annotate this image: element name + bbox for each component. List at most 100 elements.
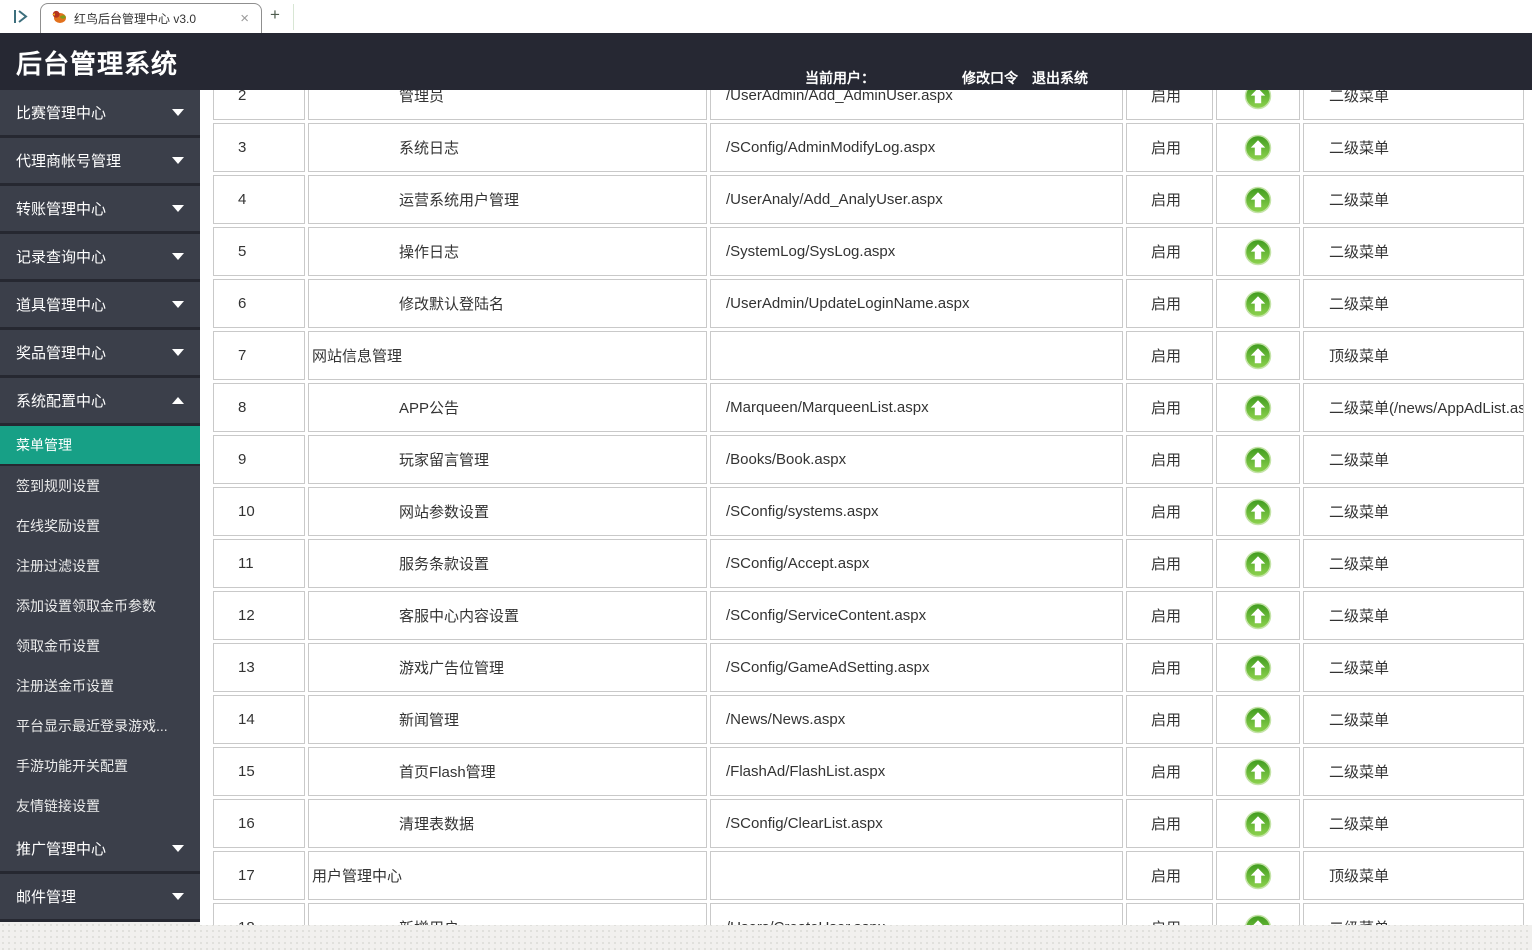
sidebar-submenu-label: 手游功能开关配置 <box>16 758 128 774</box>
sidebar-submenu-item[interactable]: 平台显示最近登录游戏... <box>0 706 200 746</box>
green-up-arrow-icon[interactable] <box>1244 90 1272 110</box>
green-up-arrow-icon[interactable] <box>1244 498 1272 526</box>
cell-menu-url <box>710 331 1123 380</box>
cell-menu-url: /SConfig/ClearList.aspx <box>710 799 1123 848</box>
cell-status-icon <box>1216 591 1300 640</box>
green-up-arrow-icon[interactable] <box>1244 290 1272 318</box>
sidebar-submenu-item[interactable]: 添加设置领取金币参数 <box>0 586 200 626</box>
cell-menu-type: 顶级菜单 <box>1303 851 1524 900</box>
sidebar-group-label: 比赛管理中心 <box>16 105 107 122</box>
cell-menu-type: 二级菜单 <box>1303 695 1524 744</box>
sidebar-submenu-label: 注册送金币设置 <box>16 678 114 694</box>
cell-menu-status: 启用 <box>1126 643 1213 692</box>
chevron-icon <box>172 301 184 308</box>
cell-menu-id: 6 <box>213 279 305 328</box>
cell-menu-url: /News/News.aspx <box>710 695 1123 744</box>
cell-menu-status: 启用 <box>1126 331 1213 380</box>
cell-menu-id: 4 <box>213 175 305 224</box>
sidebar-submenu-item[interactable]: 注册过滤设置 <box>0 546 200 586</box>
cell-menu-url: /UserAdmin/UpdateLoginName.aspx <box>710 279 1123 328</box>
cell-menu-status: 启用 <box>1126 799 1213 848</box>
cell-menu-status: 启用 <box>1126 539 1213 588</box>
sidebar-submenu-item[interactable]: 注册送金币设置 <box>0 666 200 706</box>
sidebar-group-item[interactable]: 系统配置中心 <box>0 378 200 426</box>
cell-menu-url: /SConfig/AdminModifyLog.aspx <box>710 123 1123 172</box>
current-user-label: 当前用户： <box>805 70 875 86</box>
cell-menu-type: 二级菜单 <box>1303 487 1524 536</box>
cell-menu-id: 7 <box>213 331 305 380</box>
cell-menu-name: APP公告 <box>308 383 707 432</box>
sidebar-group-item[interactable]: 记录查询中心 <box>0 234 200 282</box>
chevron-icon <box>172 109 184 116</box>
green-up-arrow-icon[interactable] <box>1244 186 1272 214</box>
table-row: 10 网站参数设置 /SConfig/systems.aspx 启用 二级菜单 <box>213 487 1524 536</box>
green-up-arrow-icon[interactable] <box>1244 394 1272 422</box>
green-up-arrow-icon[interactable] <box>1244 914 1272 925</box>
green-up-arrow-icon[interactable] <box>1244 706 1272 734</box>
sidebar-group-item[interactable]: 道具管理中心 <box>0 282 200 330</box>
favicon-bird-icon <box>51 8 67 29</box>
sidebar-submenu-item[interactable]: 手游功能开关配置 <box>0 746 200 786</box>
logout-link[interactable]: 退出系统 <box>1032 68 1088 88</box>
tab-close-icon[interactable]: × <box>238 11 251 26</box>
green-up-arrow-icon[interactable] <box>1244 862 1272 890</box>
cell-menu-id: 3 <box>213 123 305 172</box>
sidebar-group-item[interactable]: 代理商帐号管理 <box>0 138 200 186</box>
user-bar: 当前用户： 修改口令 退出系统 <box>805 68 1102 88</box>
cell-status-icon <box>1216 175 1300 224</box>
sidebar-group-item[interactable]: 转账管理中心 <box>0 186 200 234</box>
cell-menu-status: 启用 <box>1126 851 1213 900</box>
cell-status-icon <box>1216 695 1300 744</box>
sidebar-submenu-item[interactable]: 在线奖励设置 <box>0 506 200 546</box>
cell-status-icon <box>1216 383 1300 432</box>
sidebar-group-item[interactable]: 比赛管理中心 <box>0 90 200 138</box>
change-password-link[interactable]: 修改口令 <box>962 68 1018 88</box>
table-row: 17 用户管理中心 启用 顶级菜单 <box>213 851 1524 900</box>
cell-menu-id: 5 <box>213 227 305 276</box>
cell-menu-name: 新增用户 <box>308 903 707 925</box>
green-up-arrow-icon[interactable] <box>1244 602 1272 630</box>
green-up-arrow-icon[interactable] <box>1244 134 1272 162</box>
sidebar-submenu-item[interactable]: 领取金币设置 <box>0 626 200 666</box>
sidebar-group-item[interactable]: 邮件管理 <box>0 874 200 922</box>
cell-menu-url: /SConfig/ServiceContent.aspx <box>710 591 1123 640</box>
sidebar-submenu-label: 友情链接设置 <box>16 798 100 814</box>
cell-menu-status: 启用 <box>1126 747 1213 796</box>
table-row: 12 客服中心内容设置 /SConfig/ServiceContent.aspx… <box>213 591 1524 640</box>
cell-status-icon <box>1216 903 1300 925</box>
cell-status-icon <box>1216 851 1300 900</box>
cell-menu-status: 启用 <box>1126 123 1213 172</box>
table-row: 9 玩家留言管理 /Books/Book.aspx 启用 二级菜单 <box>213 435 1524 484</box>
sidebar-submenu-label: 领取金币设置 <box>16 638 100 654</box>
browser-tab[interactable]: 红鸟后台管理中心 v3.0 × <box>40 3 262 33</box>
sidebar-submenu-item[interactable]: 友情链接设置 <box>0 786 200 826</box>
green-up-arrow-icon[interactable] <box>1244 238 1272 266</box>
cell-menu-id: 18 <box>213 903 305 925</box>
menu-table-panel: 2 管理员 /UserAdmin/Add_AdminUser.aspx 启用 二… <box>200 90 1532 925</box>
green-up-arrow-icon[interactable] <box>1244 758 1272 786</box>
cell-menu-type: 二级菜单 <box>1303 747 1524 796</box>
table-row: 3 系统日志 /SConfig/AdminModifyLog.aspx 启用 二… <box>213 123 1524 172</box>
cell-menu-id: 9 <box>213 435 305 484</box>
cell-menu-type: 二级菜单 <box>1303 90 1524 120</box>
sidebar-submenu-item[interactable]: 签到规则设置 <box>0 466 200 506</box>
green-up-arrow-icon[interactable] <box>1244 550 1272 578</box>
sidebar-toggle-icon[interactable] <box>10 7 32 27</box>
green-up-arrow-icon[interactable] <box>1244 810 1272 838</box>
cell-menu-status: 启用 <box>1126 591 1213 640</box>
new-tab-button[interactable]: + <box>270 5 280 25</box>
cell-menu-status: 启用 <box>1126 383 1213 432</box>
sidebar-group-item[interactable]: 推广管理中心 <box>0 826 200 874</box>
cell-menu-name: 管理员 <box>308 90 707 120</box>
cell-status-icon <box>1216 279 1300 328</box>
green-up-arrow-icon[interactable] <box>1244 342 1272 370</box>
table-row: 6 修改默认登陆名 /UserAdmin/UpdateLoginName.asp… <box>213 279 1524 328</box>
cell-menu-id: 8 <box>213 383 305 432</box>
green-up-arrow-icon[interactable] <box>1244 654 1272 682</box>
sidebar-submenu-item[interactable]: 菜单管理 <box>0 426 200 466</box>
sidebar-group-item[interactable]: 奖品管理中心 <box>0 330 200 378</box>
table-row: 13 游戏广告位管理 /SConfig/GameAdSetting.aspx 启… <box>213 643 1524 692</box>
cell-menu-name: 游戏广告位管理 <box>308 643 707 692</box>
cell-status-icon <box>1216 90 1300 120</box>
green-up-arrow-icon[interactable] <box>1244 446 1272 474</box>
